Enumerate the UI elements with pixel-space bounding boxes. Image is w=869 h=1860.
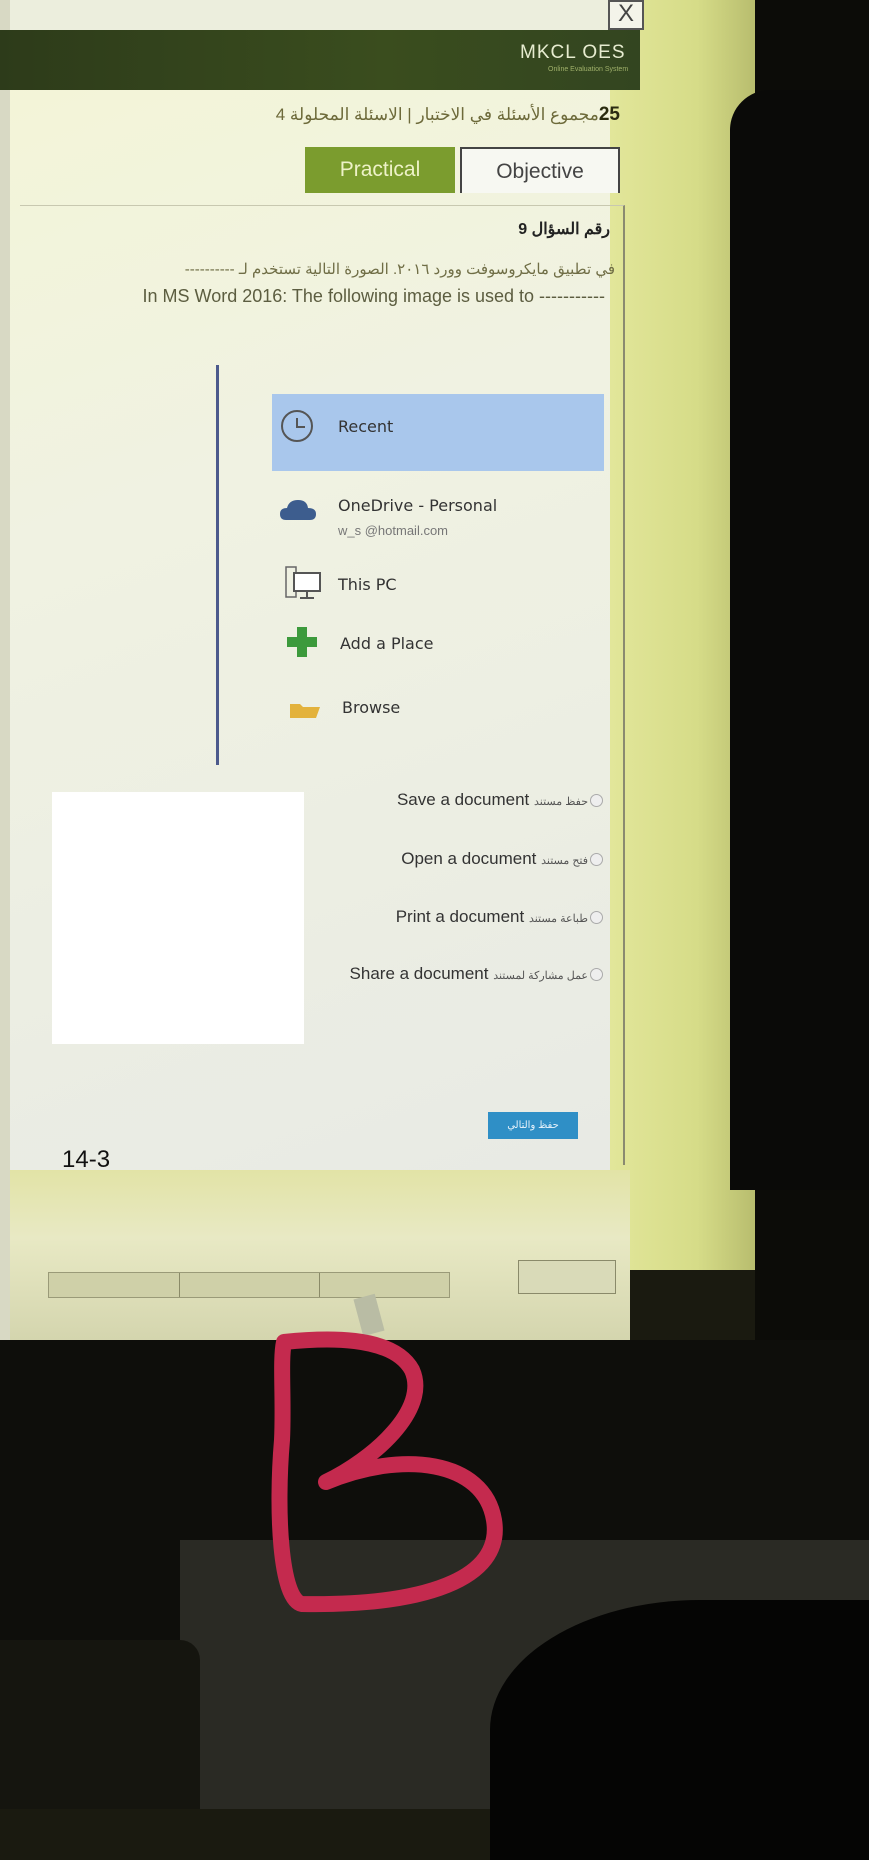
monitor-power-button[interactable]: [518, 1260, 616, 1294]
close-button[interactable]: X: [608, 0, 644, 30]
monitor-bottom-bezel: [10, 1170, 630, 1340]
monitor-button-strip[interactable]: [48, 1272, 450, 1298]
group-text: مجموع الأسئلة في الاختبار | الاسئلة المح…: [275, 105, 599, 124]
radio-share[interactable]: [590, 968, 603, 981]
tab-practical[interactable]: Practical: [305, 147, 455, 193]
option-print[interactable]: Print a document طباعة مستند: [270, 907, 588, 927]
question-text-arabic: في تطبيق مايكروسوفت وورد ٢٠١٦. الصورة ال…: [185, 261, 615, 278]
desk-pad: [0, 1640, 200, 1809]
group-number: 25: [598, 104, 620, 125]
radio-save[interactable]: [590, 794, 603, 807]
clock-icon: [281, 410, 313, 442]
backstage-label-recent: Recent: [338, 417, 394, 436]
folder-icon: [290, 704, 320, 718]
backstage-label-browse: Browse: [342, 698, 401, 717]
redacted-area: [52, 792, 304, 1044]
window-topbar: [10, 0, 610, 30]
tab-objective[interactable]: Objective: [460, 147, 620, 193]
radio-print[interactable]: [590, 911, 603, 924]
option-share[interactable]: Share a document عمل مشاركة لمستند: [270, 964, 588, 984]
save-next-button[interactable]: حفظ والتالي: [488, 1112, 578, 1139]
backstage-label-addplace: Add a Place: [340, 634, 434, 653]
radio-open[interactable]: [590, 853, 603, 866]
computer-icon: [285, 566, 321, 599]
plus-icon: [287, 627, 317, 657]
question-text-english: In MS Word 2016: The following image is …: [142, 286, 605, 306]
backstage-item-recent: [272, 394, 604, 471]
question-group-info: 25مجموع الأسئلة في الاختبار | الاسئلة ال…: [230, 104, 620, 126]
background-shadow-top: [730, 90, 869, 1190]
question-number: رقم السؤال 9: [518, 221, 610, 238]
option-open[interactable]: Open a document فتح مستند: [270, 849, 588, 869]
handwritten-b-annotation: [271, 1331, 503, 1613]
backstage-divider: [216, 365, 219, 765]
brand-subtitle: Online Evaluation System: [548, 66, 629, 73]
backstage-label-thispc: This PC: [338, 575, 397, 594]
backstage-label-onedrive: OneDrive - Personal: [338, 496, 498, 515]
onedrive-account: w_s @hotmail.com: [338, 523, 449, 538]
option-save[interactable]: Save a document حفظ مستند: [270, 790, 588, 810]
brand-logo: MKCL OES: [520, 42, 626, 63]
cloud-icon: [280, 500, 316, 520]
